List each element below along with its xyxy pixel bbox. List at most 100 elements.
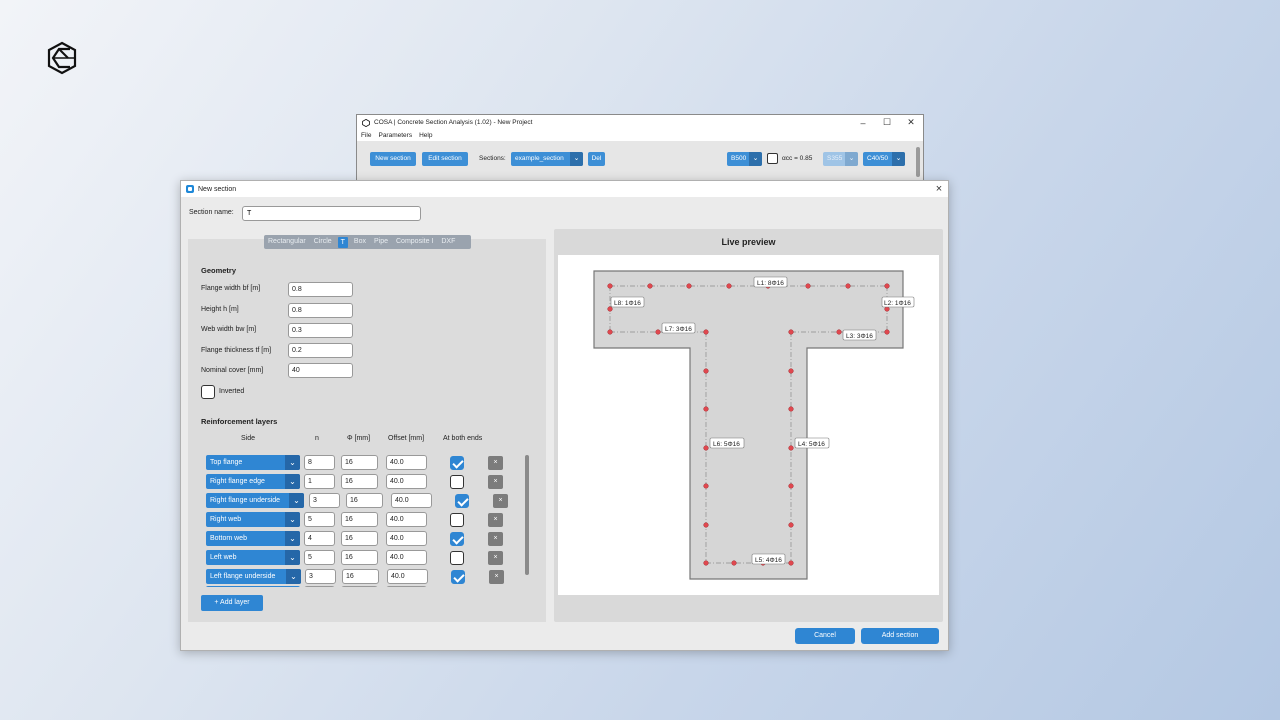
section-name-input[interactable]	[242, 206, 421, 221]
rebar-point	[703, 483, 709, 489]
layer-side-select[interactable]: Right web ⌄	[206, 512, 300, 527]
close-icon[interactable]: ✕	[899, 117, 923, 128]
layer-both-ends-checkbox[interactable]	[450, 475, 464, 489]
layer-n-input[interactable]: 3	[305, 569, 336, 584]
layer-label-l7: L7: 3Φ16	[665, 326, 692, 333]
layer-side-select[interactable]: Top flange ⌄	[206, 455, 300, 470]
rebar-point	[703, 522, 709, 528]
layer-both-ends-checkbox[interactable]	[455, 494, 469, 508]
steel-select[interactable]: B500 ⌄	[727, 152, 762, 166]
new-section-button[interactable]: New section	[370, 152, 416, 166]
delete-layer-button[interactable]: ×	[488, 532, 503, 546]
layer-label-l8: L8: 1Φ16	[614, 300, 641, 307]
layer-phi-input[interactable]: 16	[342, 569, 379, 584]
layer-side-select[interactable]: Right flange edge ⌄	[206, 474, 300, 489]
layer-offset-input[interactable]: 40.0	[386, 474, 427, 489]
rebar-point	[845, 283, 851, 289]
layer-phi-input[interactable]	[341, 586, 378, 587]
layer-offset-input[interactable]: 40.0	[386, 512, 427, 527]
tab-t[interactable]: T	[337, 236, 348, 248]
minimize-icon[interactable]: –	[851, 118, 875, 128]
delete-layer-button[interactable]: ×	[488, 475, 503, 489]
layer-offset-input[interactable]: 40.0	[387, 569, 428, 584]
nominal-cover-input[interactable]: 40	[288, 363, 353, 378]
layer-offset-input[interactable]: 40.0	[391, 493, 432, 508]
tab-composite-i[interactable]: Composite I	[392, 235, 437, 249]
delete-layer-button[interactable]: ×	[488, 513, 503, 527]
rebar-point	[731, 560, 737, 566]
concrete-select[interactable]: C40/50 ⌄	[863, 152, 905, 166]
layer-offset-input[interactable]: 40.0	[386, 531, 427, 546]
maximize-icon[interactable]: ☐	[875, 117, 899, 128]
rebar-point	[788, 560, 794, 566]
layer-side-select[interactable]: Bottom web ⌄	[206, 531, 300, 546]
cancel-button[interactable]: Cancel	[795, 628, 855, 644]
flange-thickness-input[interactable]: 0.2	[288, 343, 353, 358]
add-section-button[interactable]: Add section	[861, 628, 939, 644]
layer-n-input[interactable]: 4	[304, 531, 335, 546]
edit-section-button[interactable]: Edit section	[422, 152, 468, 166]
layer-side-select[interactable]: Left flange underside ⌄	[206, 569, 301, 584]
layer-phi-input[interactable]: 16	[341, 474, 378, 489]
height-input[interactable]: 0.8	[288, 303, 353, 318]
layer-side-select[interactable]: Left web ⌄	[206, 550, 300, 565]
web-width-label: Web width bw [m]	[201, 326, 257, 333]
layer-n-input[interactable]: 1	[304, 474, 335, 489]
layer-both-ends-checkbox[interactable]	[450, 456, 464, 470]
layer-phi-input[interactable]: 16	[341, 550, 378, 565]
menu-help[interactable]: Help	[419, 132, 432, 139]
layer-offset-input[interactable]: 40.0	[386, 455, 427, 470]
layer-phi-input[interactable]: 16	[346, 493, 383, 508]
rebar-point	[703, 406, 709, 412]
rebar-point	[788, 522, 794, 528]
layer-both-ends-checkbox[interactable]	[450, 513, 464, 527]
header-side: Side	[241, 435, 256, 442]
main-scrollbar[interactable]	[916, 147, 920, 177]
layer-phi-input[interactable]: 16	[341, 512, 378, 527]
tab-dxf[interactable]: DXF	[437, 235, 459, 249]
layer-both-ends-checkbox[interactable]	[450, 532, 464, 546]
flange-width-input[interactable]: 0.8	[288, 282, 353, 297]
add-layer-button[interactable]: + Add layer	[201, 595, 263, 611]
layer-n-input[interactable]	[304, 586, 335, 587]
delete-layer-button[interactable]: ×	[488, 456, 503, 470]
layer-side-select[interactable]: Right flange underside ⌄	[206, 493, 304, 508]
rebar-point	[805, 283, 811, 289]
main-toolbar: New section Edit section Sections: examp…	[357, 150, 923, 170]
section-drawing: L1: 8Φ16 L2: 1Φ16 L3: 3Φ16 L4: 5Φ16 L5: …	[593, 270, 915, 580]
menu-parameters[interactable]: Parameters	[378, 132, 412, 139]
inverted-label: Inverted	[219, 388, 245, 395]
delete-layer-button[interactable]: ×	[488, 551, 503, 565]
delete-layer-button[interactable]: ×	[489, 570, 504, 584]
layer-both-ends-checkbox[interactable]	[451, 570, 465, 584]
structural-steel-select[interactable]: S355 ⌄	[823, 152, 858, 166]
layer-n-input[interactable]: 8	[304, 455, 335, 470]
layer-offset-input[interactable]: 40.0	[386, 550, 427, 565]
layer-phi-input[interactable]: 16	[341, 455, 378, 470]
layer-n-input[interactable]: 3	[309, 493, 340, 508]
layer-phi-input[interactable]: 16	[341, 531, 378, 546]
delete-section-button[interactable]: Del	[588, 152, 605, 166]
tab-circle[interactable]: Circle	[310, 235, 336, 249]
web-width-input[interactable]: 0.3	[288, 323, 353, 338]
chevron-down-icon: ⌄	[892, 152, 905, 166]
layer-n-input[interactable]: 5	[304, 550, 335, 565]
live-preview-canvas: L1: 8Φ16 L2: 1Φ16 L3: 3Φ16 L4: 5Φ16 L5: …	[558, 255, 939, 595]
chevron-down-icon: ⌄	[845, 152, 858, 166]
rebar-point	[647, 283, 653, 289]
delete-layer-button[interactable]: ×	[493, 494, 508, 508]
sections-select[interactable]: example_section ⌄	[511, 152, 583, 166]
layer-offset-input[interactable]	[386, 586, 427, 587]
menu-file[interactable]: File	[361, 132, 371, 139]
tab-rectangular[interactable]: Rectangular	[264, 235, 310, 249]
layer-both-ends-checkbox[interactable]	[450, 551, 464, 565]
rebar-point	[836, 329, 842, 335]
layer-side-select[interactable]	[206, 586, 300, 587]
layers-scrollbar[interactable]	[525, 455, 529, 575]
acc-checkbox[interactable]	[767, 153, 778, 164]
layer-n-input[interactable]: 5	[304, 512, 335, 527]
tab-pipe[interactable]: Pipe	[370, 235, 392, 249]
dialog-close-icon[interactable]: ×	[930, 183, 948, 195]
tab-box[interactable]: Box	[350, 235, 370, 249]
inverted-checkbox[interactable]	[201, 385, 215, 399]
